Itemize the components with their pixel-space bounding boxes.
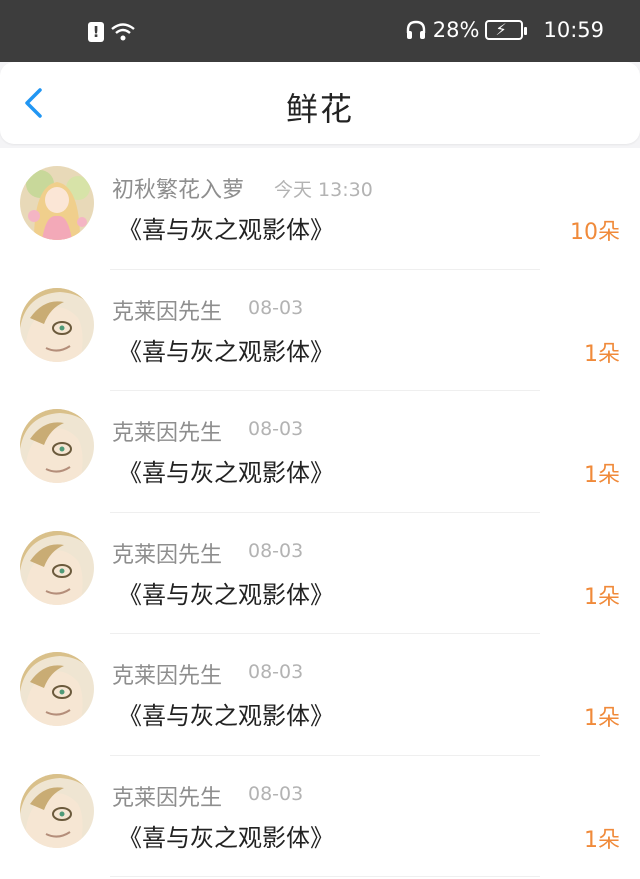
work-title[interactable]: 《喜与灰之观影体》	[118, 332, 334, 367]
flower-count: 1朵	[584, 463, 620, 488]
page-title: 鲜花	[285, 90, 354, 128]
sender-name[interactable]: 克莱因先生	[112, 294, 222, 326]
list-item[interactable]: 克莱因先生 08-03 《喜与灰之观影体》 1朵	[0, 756, 640, 877]
blond-boy-avatar[interactable]	[20, 530, 94, 605]
blond-boy-avatar[interactable]	[20, 287, 94, 362]
send-date: 08-03	[248, 782, 304, 805]
sender-name[interactable]: 克莱因先生	[112, 415, 222, 447]
flower-count: 1朵	[584, 706, 620, 731]
work-title[interactable]: 《喜与灰之观影体》	[118, 210, 334, 245]
flower-count: 1朵	[584, 827, 620, 853]
send-date: 08-03	[248, 539, 304, 562]
list-item[interactable]: 克莱因先生 08-03 《喜与灰之观影体》 1朵	[0, 634, 640, 756]
sender-name[interactable]: 克莱因先生	[112, 537, 222, 569]
status-left: !	[88, 22, 136, 42]
work-title[interactable]: 《喜与灰之观影体》	[118, 818, 334, 853]
send-date: 08-03	[248, 661, 304, 683]
list-item[interactable]: 克莱因先生 08-03 《喜与灰之观影体》 1朵	[0, 270, 640, 391]
list-item[interactable]: 克莱因先生 08-03 《喜与灰之观影体》 1朵	[0, 391, 640, 513]
status-bar: ! 28% ⚡ 10:59	[0, 0, 640, 62]
work-title[interactable]: 《喜与灰之观影体》	[118, 453, 334, 488]
blond-boy-avatar[interactable]	[20, 652, 94, 726]
anime-girl-avatar[interactable]	[20, 166, 94, 240]
flower-list: 初秋繁花入萝 今天 13:30 《喜与灰之观影体》 10朵克莱因先生 08-03 《喜与灰…	[0, 148, 640, 879]
work-title[interactable]: 《喜与灰之观影体》	[118, 575, 334, 610]
page-header: 鲜花	[0, 62, 640, 144]
status-right: 28% ⚡ 10:59	[405, 18, 604, 42]
send-date: 08-03	[248, 418, 304, 440]
clock: 10:59	[543, 18, 604, 42]
blond-boy-avatar[interactable]	[20, 409, 94, 483]
alert-icon: !	[88, 22, 104, 42]
work-title[interactable]: 《喜与灰之观影体》	[118, 696, 334, 731]
flower-count: 10朵	[570, 220, 620, 245]
battery-percent: 28%	[432, 18, 480, 42]
sender-name[interactable]: 克莱因先生	[112, 780, 222, 812]
flower-count: 1朵	[584, 341, 620, 367]
wifi-icon	[111, 23, 135, 41]
sender-name[interactable]: 初秋繁花入萝	[112, 172, 244, 204]
blond-boy-avatar[interactable]	[20, 773, 94, 848]
list-item[interactable]: 克莱因先生 08-03 《喜与灰之观影体》 1朵	[0, 513, 640, 634]
headphones-icon	[406, 20, 425, 39]
battery-charging-icon: ⚡	[485, 20, 528, 40]
send-date: 今天 13:30	[274, 179, 373, 201]
row-divider	[110, 876, 540, 877]
list-item[interactable]: 初秋繁花入萝 今天 13:30 《喜与灰之观影体》 10朵	[0, 148, 640, 270]
flower-count: 1朵	[584, 584, 620, 610]
sender-name[interactable]: 克莱因先生	[112, 658, 222, 690]
send-date: 08-03	[248, 296, 304, 319]
